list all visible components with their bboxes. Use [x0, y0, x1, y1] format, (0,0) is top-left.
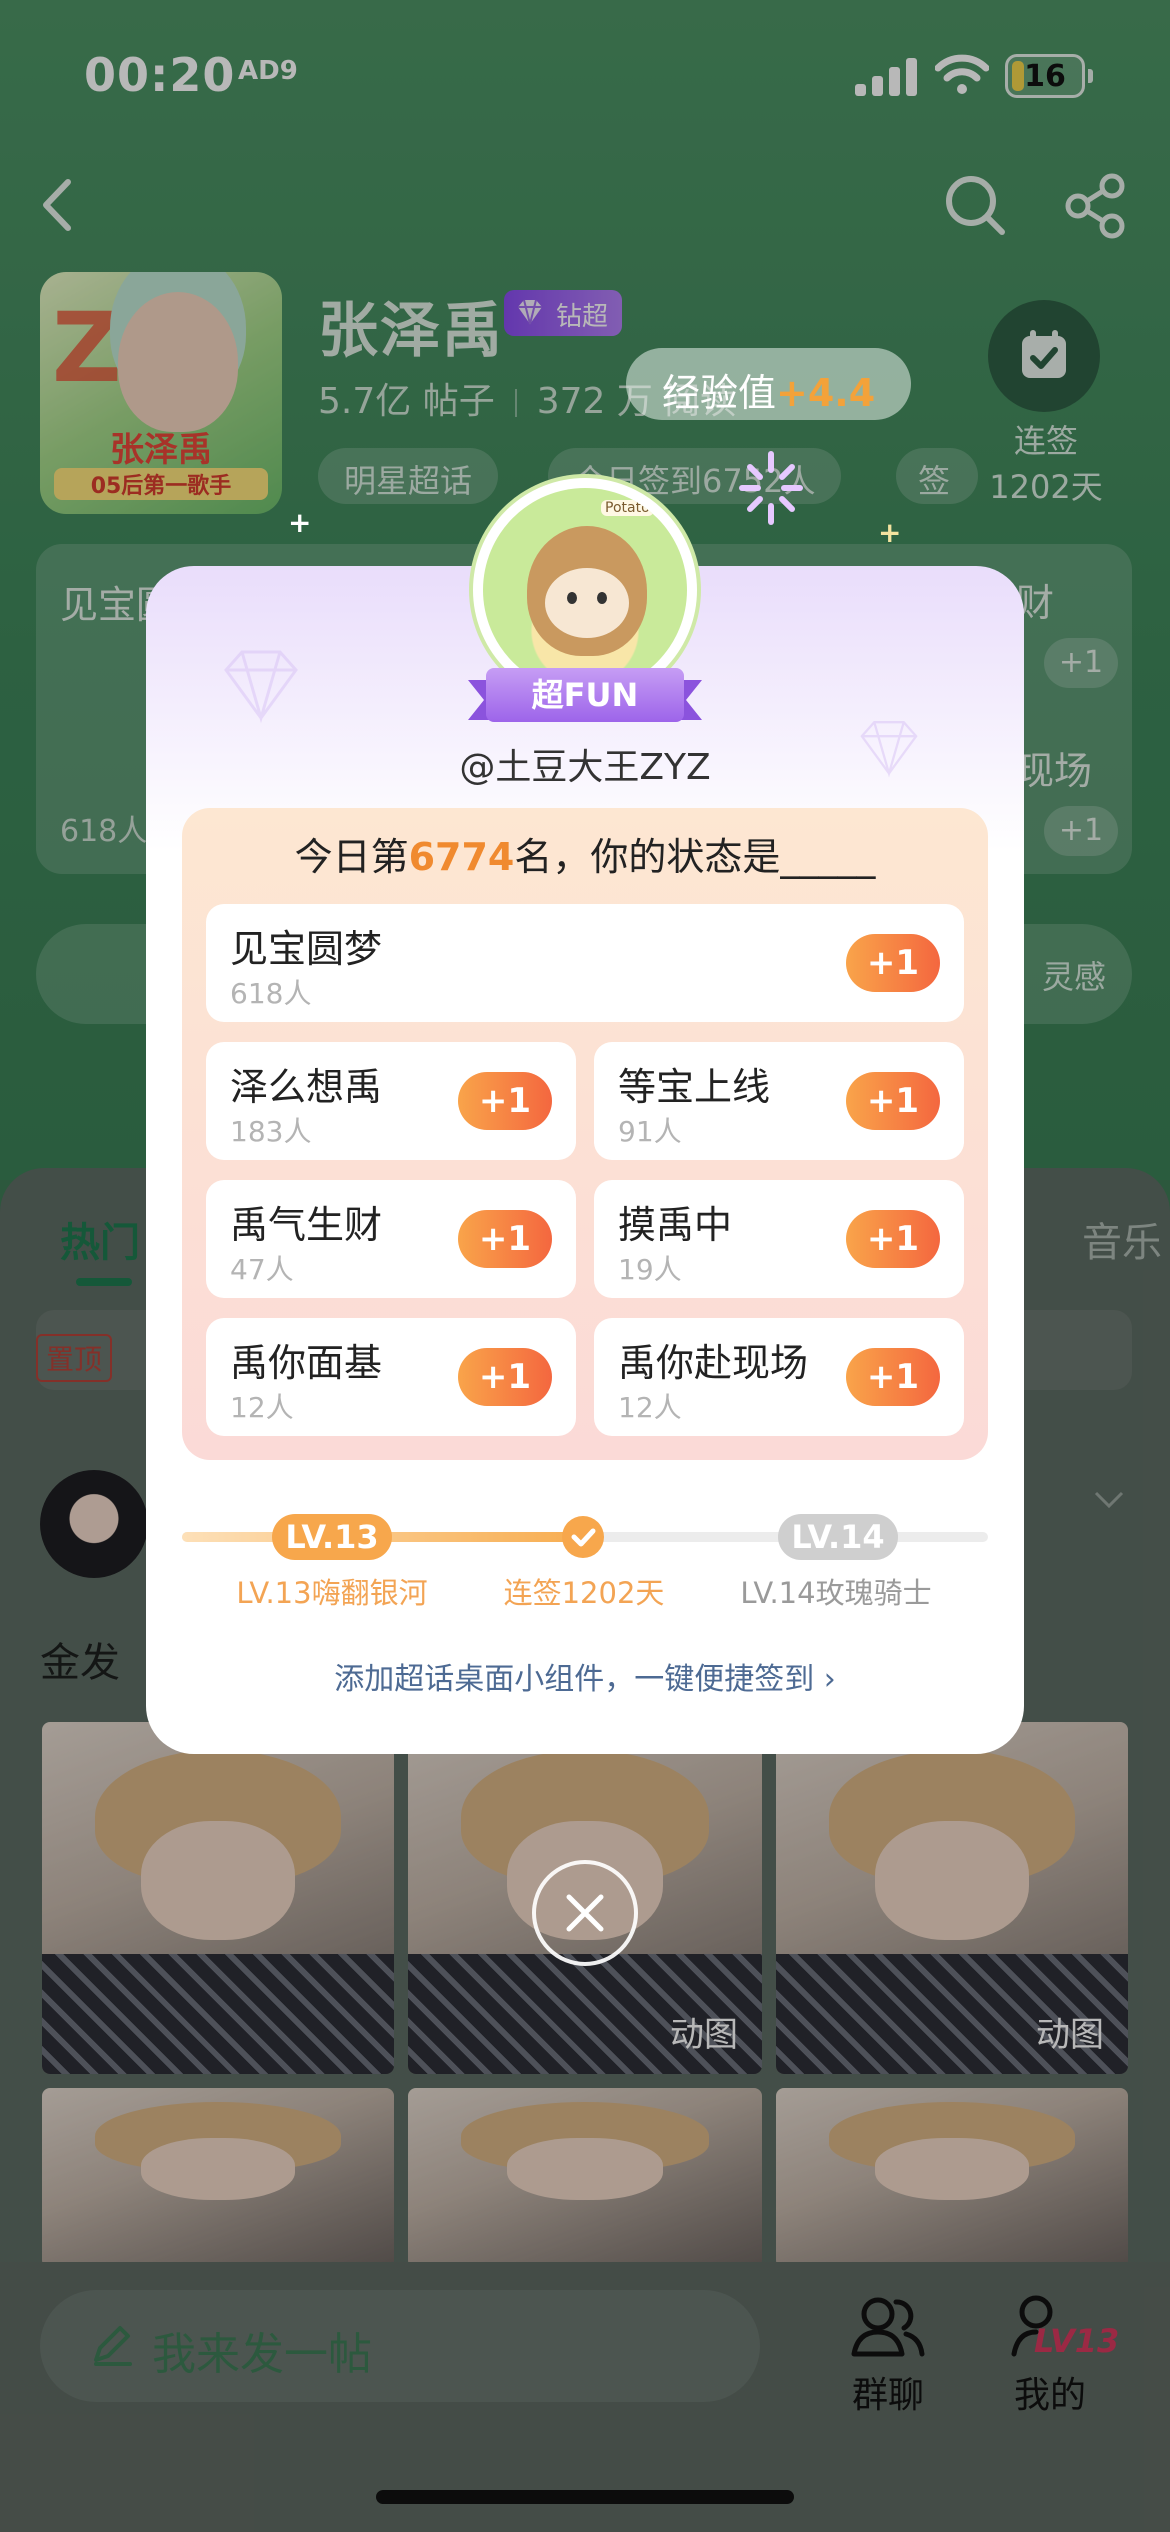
option-name: 禹你面基: [230, 1341, 383, 1385]
option-name: 禹气生财: [230, 1203, 383, 1247]
option-count: 19人: [618, 1253, 682, 1286]
status-option[interactable]: 等宝上线 91人 +1: [594, 1042, 964, 1160]
status-option[interactable]: 见宝圆梦 618人 +1: [206, 904, 964, 1022]
plus-one-button[interactable]: +1: [846, 1072, 940, 1130]
option-count: 12人: [618, 1391, 682, 1424]
sparkle-decoration: +: [288, 506, 312, 539]
status-suffix: 名，你的状态是_____: [514, 835, 876, 879]
streak-days-label: 连签1202天: [503, 1576, 665, 1610]
exp-gain-toast: 经验值+4.4: [626, 348, 912, 420]
exp-label: 经验值: [662, 371, 777, 415]
add-widget-link[interactable]: 添加超话桌面小组件，一键便捷签到 ›: [146, 1654, 1024, 1698]
plus-one-button[interactable]: +1: [846, 1348, 940, 1406]
close-modal-button[interactable]: [532, 1860, 638, 1966]
status-option[interactable]: 禹气生财 47人 +1: [206, 1180, 576, 1298]
plus-one-button[interactable]: +1: [458, 1348, 552, 1406]
streak-check-icon: [562, 1516, 604, 1558]
status-option[interactable]: 摸禹中 19人 +1: [594, 1180, 964, 1298]
plus-one-button[interactable]: +1: [846, 1210, 940, 1268]
exp-value: +4.4: [776, 371, 876, 415]
fan-rank-ribbon: 超FUN: [468, 668, 702, 722]
option-count: 91人: [618, 1115, 682, 1148]
status-prompt: 今日第6774名，你的状态是_____: [182, 826, 988, 881]
plus-one-button[interactable]: +1: [458, 1210, 552, 1268]
sparkle-burst-icon: [739, 451, 803, 525]
next-level-pill: LV.14: [778, 1514, 898, 1560]
gem-decoration-icon: [224, 650, 298, 724]
option-name: 泽么想禹: [230, 1065, 383, 1109]
username: @土豆大王ZYZ: [459, 747, 711, 788]
status-option[interactable]: 禹你面基 12人 +1: [206, 1318, 576, 1436]
avatar-tag: Potato: [601, 500, 654, 516]
plus-one-button[interactable]: +1: [458, 1072, 552, 1130]
close-icon: [566, 1894, 604, 1932]
option-name: 见宝圆梦: [230, 927, 383, 971]
option-count: 12人: [230, 1391, 294, 1424]
plus-one-button[interactable]: +1: [846, 934, 940, 992]
option-count: 47人: [230, 1253, 294, 1286]
option-count: 618人: [230, 977, 312, 1010]
option-name: 禹你赴现场: [618, 1341, 809, 1385]
option-name: 摸禹中: [618, 1203, 733, 1247]
status-prefix: 今日第: [294, 835, 409, 879]
option-count: 183人: [230, 1115, 312, 1148]
rank-number: 6774: [408, 835, 515, 879]
current-level-pill: LV.13: [272, 1514, 392, 1560]
status-option[interactable]: 泽么想禹 183人 +1: [206, 1042, 576, 1160]
status-option[interactable]: 禹你赴现场 12人 +1: [594, 1318, 964, 1436]
option-name: 等宝上线: [618, 1065, 771, 1109]
current-level-label: LV.13嗨翻银河: [236, 1576, 428, 1610]
sparkle-decoration: +: [878, 516, 902, 549]
next-level-label: LV.14玫瑰骑士: [740, 1576, 932, 1610]
fan-rank-label: 超FUN: [486, 668, 684, 722]
